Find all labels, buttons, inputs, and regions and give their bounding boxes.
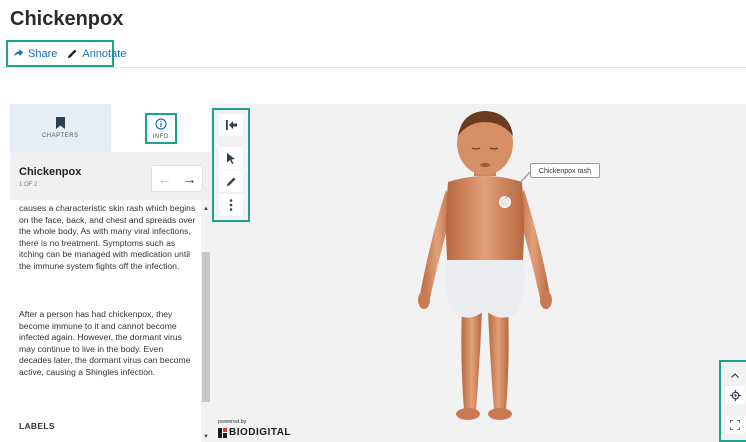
tab-info[interactable]: INFO: [110, 104, 211, 152]
scroll-up-icon[interactable]: ▲: [203, 206, 209, 212]
chapter-text: causes a characteristic skin rash which …: [10, 200, 201, 442]
select-tool-button[interactable]: [219, 147, 243, 169]
tab-chapters-label: CHAPTERS: [41, 133, 79, 139]
recenter-button[interactable]: [725, 386, 745, 404]
chapter-header: Chickenpox 1 OF 2 ← →: [10, 152, 211, 200]
page-title: Chickenpox: [10, 8, 124, 30]
powered-by-text: powered by: [218, 419, 247, 425]
chapter-paragraph: After a person has had chickenpox, they …: [19, 309, 191, 377]
panel-tabs: CHAPTERS INFO: [10, 104, 211, 152]
biodigital-logo: BIODIGITAL: [218, 427, 291, 438]
crosshair-icon: [729, 389, 741, 401]
chevron-up-icon: [731, 372, 739, 378]
chapter-title: Chickenpox: [19, 166, 82, 178]
header-divider: [0, 67, 746, 68]
info-panel: CHAPTERS INFO Chickenpox 1 OF 2 ← → caus…: [10, 104, 211, 442]
action-bar: Share Annotate: [6, 40, 126, 67]
child-3d-model[interactable]: [410, 110, 560, 430]
pencil-icon: [68, 49, 77, 59]
fullscreen-icon: [730, 420, 740, 430]
cursor-icon: [226, 152, 235, 164]
info-icon: [155, 117, 167, 130]
tab-chapters[interactable]: CHAPTERS: [10, 104, 111, 152]
collapse-panel-button[interactable]: [219, 114, 243, 136]
chapter-nav: ← →: [151, 165, 203, 192]
more-vertical-icon: [229, 199, 233, 211]
annotate-label: Annotate: [82, 47, 127, 60]
panel-scrollbar[interactable]: ▲ ▼: [201, 200, 211, 442]
brand-name: BIODIGITAL: [229, 427, 292, 438]
scrollbar-thumb[interactable]: [202, 252, 210, 402]
chapter-paragraph: causes a characteristic skin rash which …: [19, 203, 196, 271]
annotate-button[interactable]: Annotate: [67, 48, 126, 60]
bookmark-icon: [55, 117, 65, 129]
collapse-left-icon: [225, 120, 237, 130]
pencil-icon: [226, 177, 235, 186]
biodigital-logo-icon: [218, 427, 227, 438]
fullscreen-button[interactable]: [725, 416, 745, 434]
expand-controls-button[interactable]: [725, 366, 745, 384]
viewer-toolbar: [212, 108, 250, 222]
info-tab-highlight: INFO: [144, 112, 177, 144]
share-icon: [13, 48, 24, 58]
share-button[interactable]: Share: [13, 48, 57, 60]
more-options-button[interactable]: [219, 194, 243, 216]
chickenpox-rash-label[interactable]: Chickenpox rash: [530, 163, 600, 178]
chapter-count: 1 OF 2: [19, 182, 38, 188]
share-label: Share: [28, 47, 58, 60]
next-chapter-button[interactable]: →: [183, 172, 197, 186]
draw-tool-button[interactable]: [219, 170, 243, 192]
prev-chapter-button[interactable]: ←: [158, 172, 172, 186]
scroll-down-icon[interactable]: ▼: [203, 434, 209, 440]
tab-info-label: INFO: [152, 133, 169, 140]
view-controls: [719, 360, 746, 442]
labels-heading: LABELS: [19, 421, 55, 431]
